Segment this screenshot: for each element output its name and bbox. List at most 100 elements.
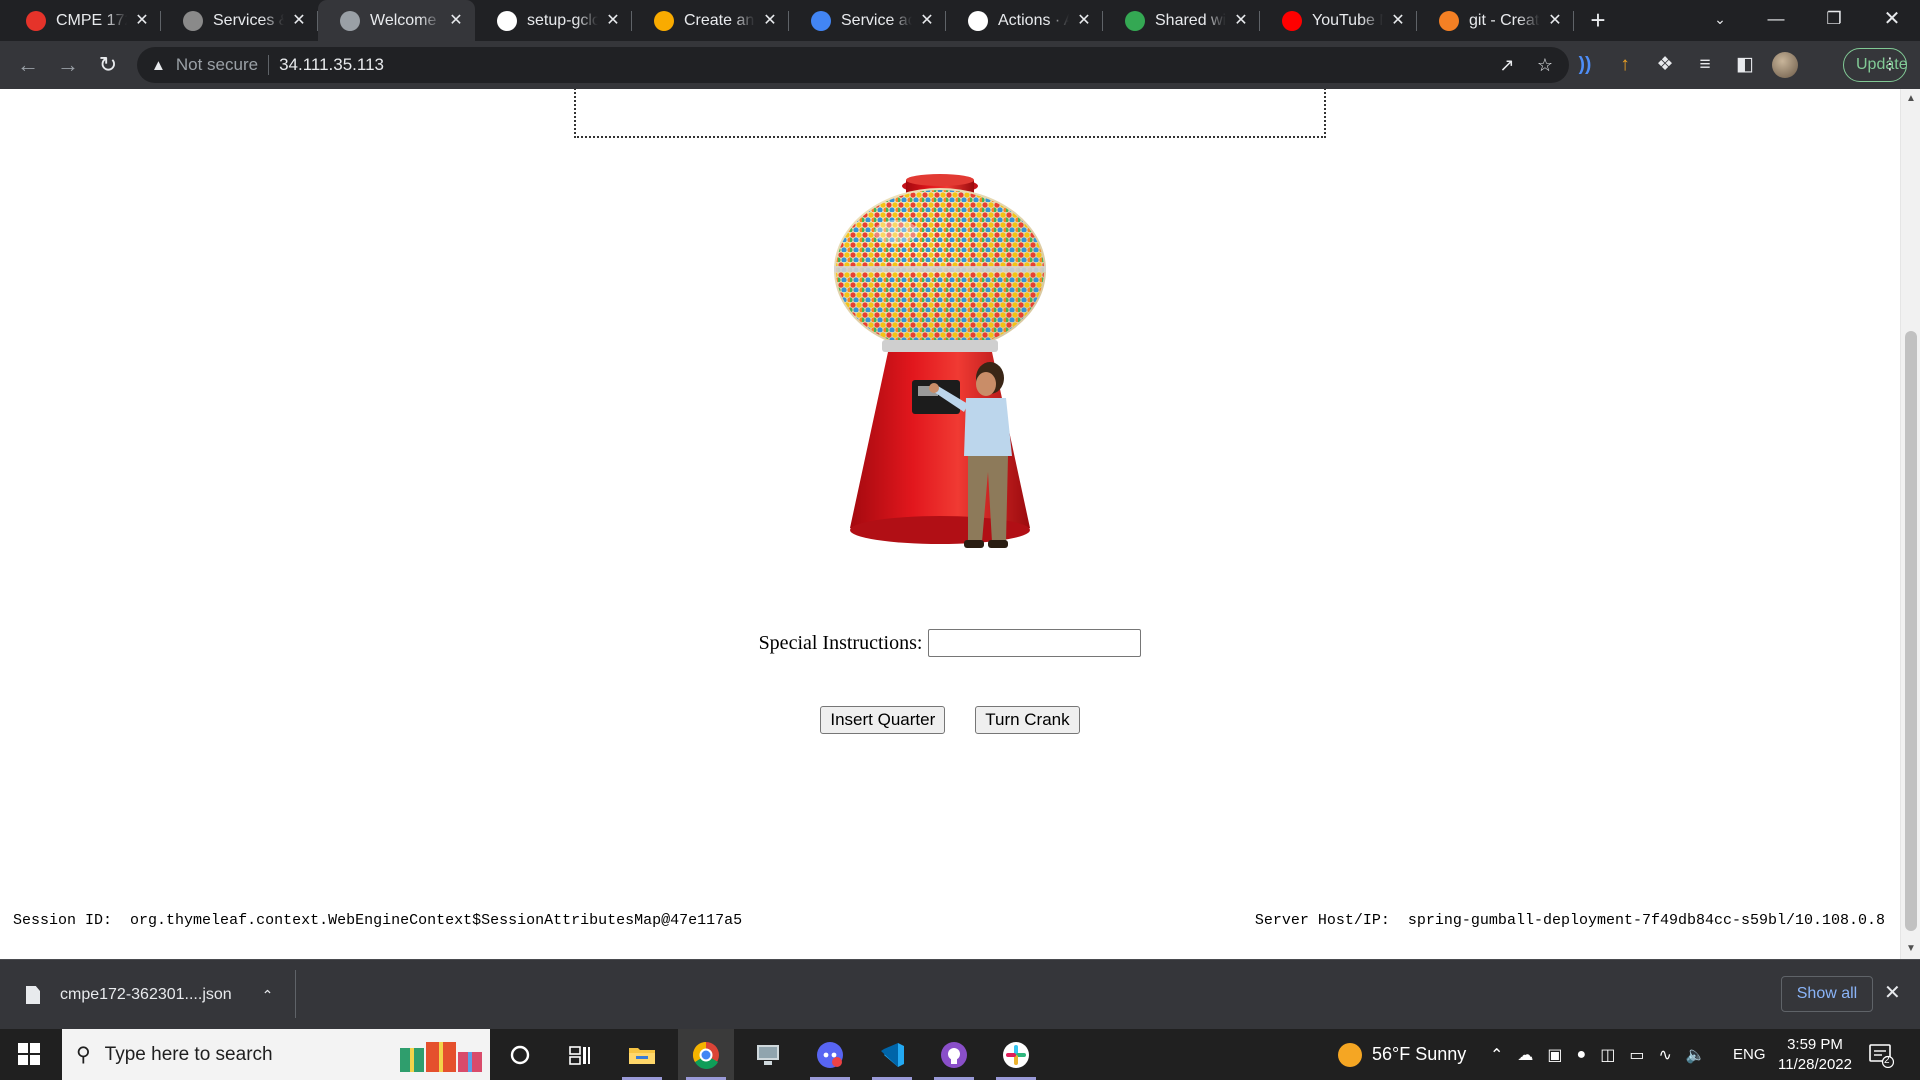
chevron-up-icon[interactable]: ⌃ (262, 987, 274, 1004)
discord-icon[interactable] (802, 1029, 858, 1080)
scroll-up-arrow-icon[interactable]: ▲ (1901, 91, 1920, 107)
page-viewport: Special Instructions: Insert Quarter Tur… (0, 89, 1920, 959)
tab-title[interactable]: Service acc (841, 12, 912, 30)
tab-title[interactable]: Create and (684, 12, 755, 30)
forward-button[interactable]: → (54, 51, 82, 79)
download-filename[interactable]: cmpe172-362301....json (60, 986, 232, 1004)
vertical-scrollbar[interactable]: ▲ ▼ (1900, 89, 1920, 959)
share-icon[interactable]: ↗ (1495, 53, 1519, 77)
close-tab-icon[interactable]: ✕ (761, 12, 779, 30)
close-tab-icon[interactable]: ✕ (447, 12, 465, 30)
globe-icon (340, 10, 360, 31)
tab-title[interactable]: setup-gclou (527, 12, 598, 30)
close-window-button[interactable]: ✕ (1864, 0, 1920, 41)
tab-title[interactable]: Services & I (213, 12, 284, 30)
action-buttons: Insert Quarter Turn Crank (0, 706, 1900, 734)
google-cloud-icon (654, 10, 674, 31)
task-view-icon[interactable] (552, 1029, 608, 1080)
slack-icon[interactable] (988, 1029, 1044, 1080)
github-desktop-icon[interactable] (926, 1029, 982, 1080)
cortana-icon[interactable] (492, 1029, 548, 1080)
battery-icon[interactable]: ▭ (1629, 1045, 1644, 1065)
tab-title[interactable]: git - Create (1469, 12, 1540, 30)
browser-tab[interactable]: CMPE 172 - ✕ (4, 0, 161, 41)
bookmark-star-icon[interactable]: ☆ (1533, 53, 1557, 77)
browser-tab[interactable]: Services & I ✕ (161, 0, 318, 41)
browser-tab[interactable]: setup-gclou ✕ (475, 0, 632, 41)
address-bar[interactable]: ▲ Not secure 34.111.35.113 ↗ ☆ (137, 47, 1569, 83)
extension-arrow-up-icon[interactable]: ↑ (1611, 51, 1639, 79)
reload-button[interactable]: ↻ (94, 51, 122, 79)
back-button[interactable]: ← (14, 51, 42, 79)
close-download-bar-icon[interactable]: ✕ (1884, 980, 1901, 1005)
security-label[interactable]: Not secure (176, 55, 258, 75)
tab-title[interactable]: YouTube M (1312, 12, 1383, 30)
close-tab-icon[interactable]: ✕ (290, 12, 308, 30)
tray-overflow-icon[interactable]: ⌃ (1490, 1045, 1503, 1065)
new-tab-button[interactable]: + (1578, 0, 1618, 41)
chrome-taskbar-icon[interactable] (678, 1029, 734, 1080)
profile-avatar[interactable] (1772, 52, 1798, 78)
close-tab-icon[interactable]: ✕ (604, 12, 622, 30)
special-instructions-input[interactable] (928, 629, 1142, 657)
url-text[interactable]: 34.111.35.113 (279, 55, 384, 75)
display-icon[interactable]: ◫ (1600, 1045, 1615, 1065)
tab-title[interactable]: CMPE 172 - (56, 12, 127, 30)
show-all-button[interactable]: Show all (1781, 976, 1873, 1012)
tab-search-icon[interactable]: ⌄ (1692, 0, 1748, 41)
windows-start-icon[interactable] (18, 1043, 40, 1065)
more-menu-icon[interactable]: ⋮ (1882, 49, 1898, 81)
scrollbar-thumb[interactable] (1905, 331, 1917, 931)
close-tab-icon[interactable]: ✕ (1232, 12, 1250, 30)
tab-title[interactable]: Shared with (1155, 12, 1226, 30)
scroll-down-arrow-icon[interactable]: ▼ (1901, 941, 1920, 957)
microphone-icon[interactable]: ● (1577, 1046, 1587, 1064)
browser-tab[interactable]: Create and ✕ (632, 0, 789, 41)
volume-icon[interactable]: 🔈 (1686, 1045, 1706, 1065)
tab-title[interactable]: Welcome to (370, 12, 441, 30)
gumball-machine-image (834, 174, 1046, 548)
weather-widget[interactable]: 56°F Sunny (1338, 1029, 1466, 1080)
close-tab-icon[interactable]: ✕ (1075, 12, 1093, 30)
update-button[interactable]: Update ⋮ (1843, 48, 1908, 82)
browser-tab[interactable]: git - Create ✕ (1417, 0, 1574, 41)
restore-button[interactable]: ❐ (1806, 0, 1862, 41)
tab-separator (1573, 11, 1574, 31)
meet-camera-icon[interactable]: ▣ (1547, 1045, 1562, 1065)
close-tab-icon[interactable]: ✕ (918, 12, 936, 30)
message-box (574, 89, 1326, 138)
browser-tab[interactable]: Actions · Al ✕ (946, 0, 1103, 41)
taskbar-search[interactable]: ⚲ Type here to search (62, 1029, 490, 1080)
tab-strip: CMPE 172 -✕Services & I✕Welcome to✕setup… (0, 0, 1920, 41)
media-queue-icon[interactable]: ≡ (1691, 51, 1719, 79)
extension-wave-icon[interactable]: )) (1571, 51, 1599, 79)
remote-desktop-icon[interactable] (740, 1029, 796, 1080)
warning-icon[interactable]: ▲ (151, 57, 166, 74)
file-explorer-icon[interactable] (614, 1029, 670, 1080)
language-indicator[interactable]: ENG (1733, 1029, 1766, 1080)
close-tab-icon[interactable]: ✕ (1546, 12, 1564, 30)
close-tab-icon[interactable]: ✕ (133, 12, 151, 30)
download-item[interactable]: cmpe172-362301....json ⌃ (26, 978, 273, 1012)
notification-center-icon[interactable]: 2 (1868, 1042, 1895, 1069)
side-panel-icon[interactable]: ◧ (1731, 51, 1759, 79)
extensions-puzzle-icon[interactable]: ❖ (1651, 51, 1679, 79)
notification-count: 2 (1884, 1055, 1890, 1066)
browser-tab[interactable]: Shared with ✕ (1103, 0, 1260, 41)
browser-tab[interactable]: Service acc ✕ (789, 0, 946, 41)
insert-quarter-button[interactable]: Insert Quarter (820, 706, 946, 734)
close-tab-icon[interactable]: ✕ (1389, 12, 1407, 30)
taskbar-clock[interactable]: 3:59 PM 11/28/2022 (1770, 1035, 1860, 1075)
tabs-container: CMPE 172 -✕Services & I✕Welcome to✕setup… (0, 0, 1574, 41)
browser-tab[interactable]: Welcome to ✕ (318, 0, 475, 41)
search-placeholder[interactable]: Type here to search (105, 1044, 273, 1066)
turn-crank-button[interactable]: Turn Crank (975, 706, 1080, 734)
weather-text[interactable]: 56°F Sunny (1372, 1044, 1466, 1065)
minimize-button[interactable]: — (1748, 0, 1804, 41)
vscode-icon[interactable] (864, 1029, 920, 1080)
wifi-icon[interactable]: ∿ (1658, 1045, 1671, 1065)
cloud-sync-icon[interactable]: ☁ (1517, 1045, 1533, 1065)
tab-title[interactable]: Actions · Al (998, 12, 1069, 30)
browser-tab[interactable]: YouTube M ✕ (1260, 0, 1417, 41)
github-icon (497, 10, 517, 31)
